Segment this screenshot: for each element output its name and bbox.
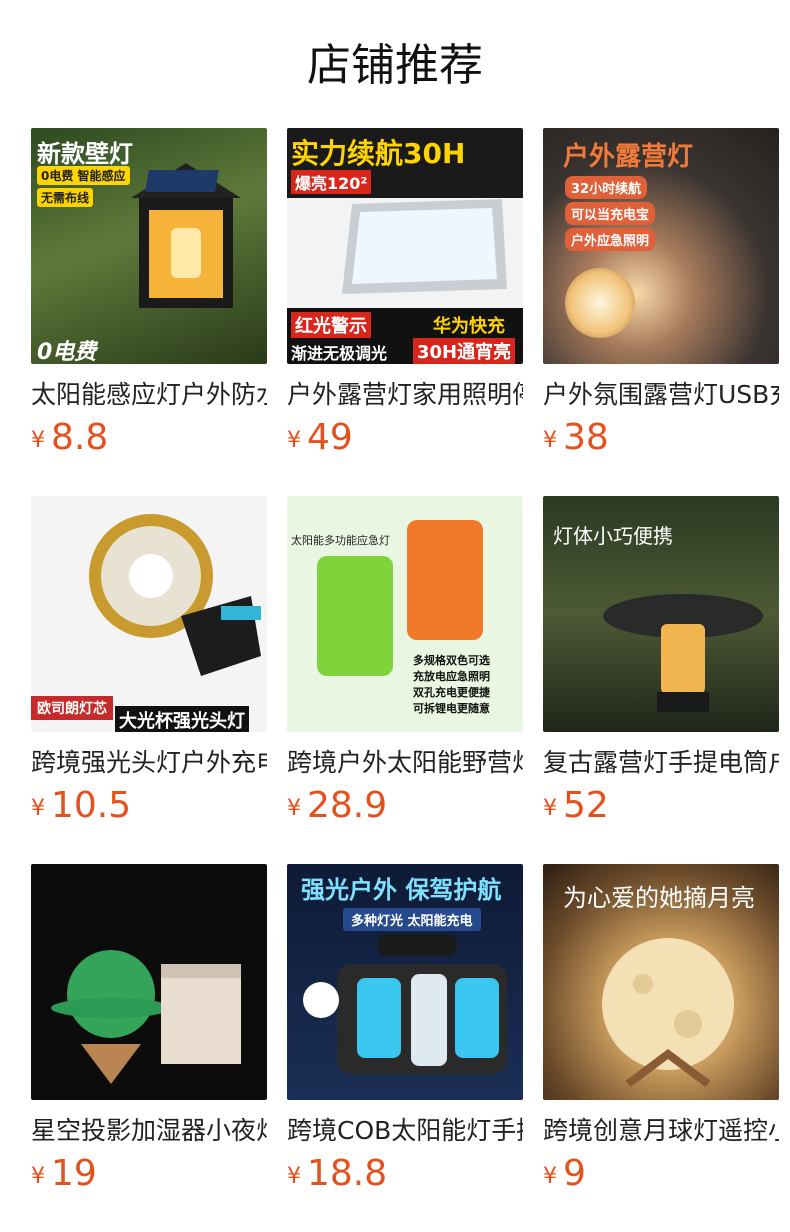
product-card[interactable]: 强光户外 保驾护航 多种灯光 太阳能充电 跨境COB太阳能灯手提探照灯 ¥18.… bbox=[287, 864, 523, 1232]
orange-lamp-icon bbox=[407, 520, 483, 640]
image-text: 爆亮120² bbox=[291, 170, 372, 194]
product-card[interactable]: 实力续航30H 爆亮120² 红光警示 华为快充 渐进无极调光 30H通宵亮 户… bbox=[287, 128, 523, 496]
product-card[interactable]: 太阳能多功能应急灯 多规格双色可选 充放电应急照明 双孔充电更便捷 可拆锂电更随… bbox=[287, 496, 523, 864]
image-text: 红光警示 bbox=[291, 312, 371, 338]
product-price: ¥49 bbox=[287, 416, 353, 460]
product-image[interactable]: 户外露营灯 32小时续航 可以当充电宝 户外应急照明 bbox=[543, 128, 779, 364]
product-name[interactable]: 跨境COB太阳能灯手提探照灯 bbox=[287, 1114, 523, 1148]
humidifier-icon bbox=[51, 950, 241, 1084]
product-image[interactable]: 太阳能多功能应急灯 多规格双色可选 充放电应急照明 双孔充电更便捷 可拆锂电更随… bbox=[287, 496, 523, 732]
currency-symbol: ¥ bbox=[287, 1164, 301, 1189]
image-text: 为心爱的她摘月亮 bbox=[563, 884, 755, 912]
page-title: 店铺推荐 bbox=[307, 40, 483, 91]
price-value: 9 bbox=[563, 1153, 586, 1194]
image-text: 户外露营灯 bbox=[563, 142, 694, 172]
product-image[interactable]: 欧司朗灯芯 大光杯强光头灯 bbox=[31, 496, 267, 732]
image-text: 太阳能多功能应急灯 bbox=[291, 534, 390, 547]
price-value: 28.9 bbox=[307, 785, 388, 826]
green-lamp-icon bbox=[317, 556, 393, 676]
product-price: ¥10.5 bbox=[31, 784, 131, 828]
wall-lamp-icon bbox=[131, 163, 241, 308]
product-name[interactable]: 跨境强光头灯户外充电头戴式 bbox=[31, 746, 267, 780]
image-text: 强光户外 保驾护航 bbox=[301, 876, 502, 904]
camping-panel-icon bbox=[342, 199, 507, 294]
currency-symbol: ¥ bbox=[543, 428, 557, 453]
product-image[interactable]: 新款壁灯 0电费 智能感应 无需布线 0电费 bbox=[31, 128, 267, 364]
price-value: 10.5 bbox=[51, 785, 132, 826]
product-image[interactable]: 强光户外 保驾护航 多种灯光 太阳能充电 bbox=[287, 864, 523, 1100]
product-name[interactable]: 复古露营灯手提电筒户外 bbox=[543, 746, 779, 780]
product-card[interactable]: 户外露营灯 32小时续航 可以当充电宝 户外应急照明 户外氛围露营灯USB充电 … bbox=[543, 128, 779, 496]
image-text: 无需布线 bbox=[37, 188, 94, 207]
product-image[interactable]: 灯体小巧便携 bbox=[543, 496, 779, 732]
image-text: 华为快充 bbox=[433, 316, 505, 337]
product-price: ¥52 bbox=[543, 784, 609, 828]
recommend-page: 店铺推荐 新款壁灯 0电费 智能感应 无需布线 0电费 太阳能感应灯户外防水庭院… bbox=[0, 0, 790, 1232]
currency-symbol: ¥ bbox=[543, 796, 557, 821]
image-text: 30H通宵亮 bbox=[413, 338, 516, 364]
currency-symbol: ¥ bbox=[31, 428, 45, 453]
price-value: 49 bbox=[307, 417, 353, 458]
product-card[interactable]: 为心爱的她摘月亮 跨境创意月球灯遥控小夜灯 ¥9 bbox=[543, 864, 779, 1232]
price-value: 52 bbox=[563, 785, 609, 826]
product-price: ¥19 bbox=[31, 1152, 97, 1196]
product-grid: 新款壁灯 0电费 智能感应 无需布线 0电费 太阳能感应灯户外防水庭院灯 ¥8.… bbox=[31, 128, 779, 1232]
image-text: 可拆锂电更随意 bbox=[413, 702, 490, 715]
image-text: 渐进无极调光 bbox=[291, 344, 388, 363]
product-price: ¥28.9 bbox=[287, 784, 387, 828]
headlamp-icon bbox=[89, 514, 261, 676]
product-name[interactable]: 跨境创意月球灯遥控小夜灯 bbox=[543, 1114, 779, 1148]
round-lamp-icon bbox=[565, 268, 635, 338]
product-name[interactable]: 户外氛围露营灯USB充电 bbox=[543, 378, 779, 412]
image-text: 0电费 bbox=[37, 340, 97, 364]
product-price: ¥38 bbox=[543, 416, 609, 460]
image-text: 户外应急照明 bbox=[565, 228, 656, 251]
price-value: 8.8 bbox=[51, 417, 109, 458]
image-text: 多种灯光 太阳能充电 bbox=[343, 908, 481, 931]
image-text: 充放电应急照明 bbox=[413, 670, 490, 683]
price-value: 18.8 bbox=[307, 1153, 388, 1194]
product-price: ¥18.8 bbox=[287, 1152, 387, 1196]
currency-symbol: ¥ bbox=[543, 1164, 557, 1189]
currency-symbol: ¥ bbox=[287, 796, 301, 821]
product-price: ¥9 bbox=[543, 1152, 586, 1196]
image-text: 可以当充电宝 bbox=[565, 202, 656, 225]
image-text: 双孔充电更便捷 bbox=[413, 686, 490, 699]
product-card[interactable]: 新款壁灯 0电费 智能感应 无需布线 0电费 太阳能感应灯户外防水庭院灯 ¥8.… bbox=[31, 128, 267, 496]
currency-symbol: ¥ bbox=[31, 1164, 45, 1189]
lantern-icon bbox=[603, 594, 763, 712]
product-price: ¥8.8 bbox=[31, 416, 108, 460]
product-card[interactable]: 灯体小巧便携 复古露营灯手提电筒户外 ¥52 bbox=[543, 496, 779, 864]
image-text: 实力续航30H bbox=[291, 137, 466, 170]
image-text: 灯体小巧便携 bbox=[553, 524, 673, 548]
product-name[interactable]: 星空投影加湿器小夜灯 bbox=[31, 1114, 267, 1148]
price-value: 38 bbox=[563, 417, 609, 458]
product-name[interactable]: 户外露营灯家用照明停电应急灯 bbox=[287, 378, 523, 412]
image-text: 欧司朗灯芯 bbox=[31, 696, 113, 720]
product-name[interactable]: 跨境户外太阳能野营灯多功能 bbox=[287, 746, 523, 780]
image-text: 多规格双色可选 bbox=[413, 654, 490, 667]
currency-symbol: ¥ bbox=[31, 796, 45, 821]
image-text: 32小时续航 bbox=[565, 176, 648, 199]
currency-symbol: ¥ bbox=[287, 428, 301, 453]
product-image[interactable]: 实力续航30H 爆亮120² 红光警示 华为快充 渐进无极调光 30H通宵亮 bbox=[287, 128, 523, 364]
product-name[interactable]: 太阳能感应灯户外防水庭院灯 bbox=[31, 378, 267, 412]
price-value: 19 bbox=[51, 1153, 97, 1194]
searchlight-icon bbox=[303, 934, 507, 1074]
product-image[interactable] bbox=[31, 864, 267, 1100]
product-card[interactable]: 欧司朗灯芯 大光杯强光头灯 跨境强光头灯户外充电头戴式 ¥10.5 bbox=[31, 496, 267, 864]
product-image[interactable]: 为心爱的她摘月亮 bbox=[543, 864, 779, 1100]
moon-lamp-icon bbox=[602, 938, 734, 1088]
product-card[interactable]: 星空投影加湿器小夜灯 ¥19 bbox=[31, 864, 267, 1232]
image-text: 大光杯强光头灯 bbox=[115, 706, 249, 732]
